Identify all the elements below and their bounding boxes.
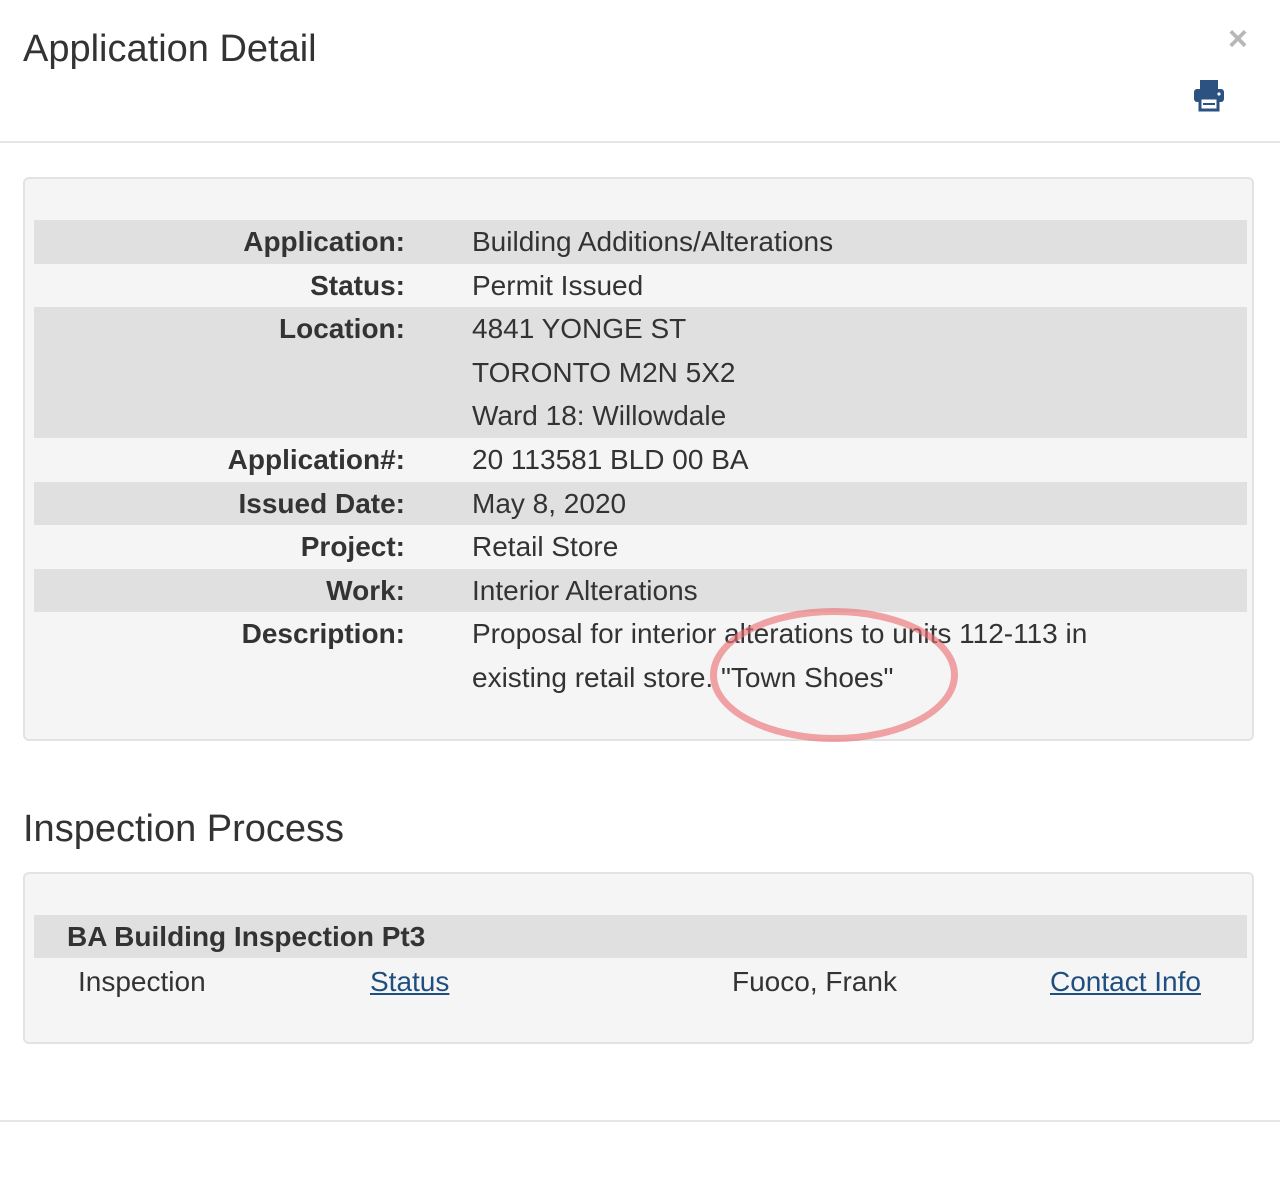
detail-value: Interior Alterations: [472, 568, 1247, 613]
detail-gap: [405, 264, 472, 308]
detail-value-line: Proposal for interior alterations to uni…: [472, 618, 1088, 650]
detail-label: Work:: [34, 568, 405, 613]
detail-gap: [405, 568, 472, 613]
detail-gap: [405, 438, 472, 482]
detail-label: Status:: [310, 269, 405, 301]
detail-value: 20 113581 BLD 00 BA: [472, 438, 1247, 482]
inspection-group-title: BA Building Inspection Pt3: [67, 921, 426, 952]
inspection-group-header: BA Building Inspection Pt3: [34, 915, 1247, 958]
detail-label: Issued Date:: [34, 481, 405, 526]
detail-row: Description: Proposal for interior altera…: [34, 612, 1247, 699]
footer-divider: [0, 1120, 1280, 1122]
detail-value: 4841 YONGE ST TORONTO M2N 5X2 Ward 18: Wil…: [472, 307, 1247, 438]
detail-value: Retail Store: [472, 525, 1247, 569]
detail-row: Project: Retail Store: [34, 525, 1247, 569]
detail-value-line: Ward 18: Willowdale: [472, 400, 727, 432]
detail-gap: [405, 481, 472, 526]
detail-value-line: existing retail store. "Town Shoes": [472, 661, 894, 693]
detail-label: Application:: [34, 220, 405, 264]
detail-row: Application#: 20 113581 BLD 00 BA: [34, 438, 1247, 482]
detail-gap: [405, 525, 472, 569]
print-icon: [1194, 80, 1224, 112]
detail-gap: [405, 220, 472, 264]
contact-info-link[interactable]: Contact Info: [1050, 960, 1201, 1003]
detail-value-line: Retail Store: [472, 531, 619, 563]
detail-value-line: 20 113581 BLD 00 BA: [472, 443, 749, 475]
close-button[interactable]: ×: [1228, 20, 1248, 58]
inspection-panel: BA Building Inspection Pt3 Inspection St…: [23, 872, 1254, 1044]
inspector-name: Fuoco, Frank: [732, 966, 897, 997]
detail-gap: [405, 612, 472, 699]
detail-label: Location:: [34, 307, 405, 438]
modal-header: Application Detail ×: [0, 0, 1280, 143]
detail-value: Building Additions/Alterations: [472, 220, 1247, 264]
detail-value: May 8, 2020: [472, 481, 1247, 526]
detail-gap: [405, 307, 472, 438]
detail-value-line: 4841 YONGE ST: [472, 313, 687, 345]
detail-label: Application#:: [227, 443, 405, 475]
detail-value-line: TORONTO M2N 5X2: [472, 356, 736, 388]
modal-title: Application Detail: [23, 28, 317, 70]
detail-value: Proposal for interior alterations to uni…: [472, 612, 1247, 699]
detail-value-line: Interior Alterations: [472, 574, 698, 606]
detail-row: Status: Permit Issued: [34, 264, 1247, 308]
detail-value-line: Permit Issued: [472, 269, 644, 301]
detail-value-line: Building Additions/Alterations: [472, 226, 834, 257]
detail-value-line: May 8, 2020: [472, 487, 627, 519]
detail-row: Location: 4841 YONGE ST TORONTO M2N 5X2 War…: [34, 307, 1247, 438]
print-button[interactable]: [1192, 78, 1226, 112]
detail-row: Work: Interior Alterations: [34, 568, 1247, 613]
inspection-status-link[interactable]: Status: [370, 960, 449, 1003]
detail-row: Issued Date: May 8, 2020: [34, 481, 1247, 526]
detail-value: Permit Issued: [472, 264, 1247, 308]
inspection-section-title: Inspection Process: [23, 808, 345, 850]
detail-label: Description:: [241, 618, 405, 650]
application-detail-panel: Application: Building Additions/Alteratio…: [23, 177, 1254, 741]
application-detail-table: Application: Building Additions/Alteratio…: [34, 220, 1247, 700]
inspection-row: Inspection Status Fuoco, Frank Contact I…: [34, 960, 1247, 1003]
inspection-type: Inspection: [78, 966, 206, 997]
detail-label: Project:: [300, 531, 405, 563]
detail-row: Application: Building Additions/Alteratio…: [34, 220, 1247, 264]
